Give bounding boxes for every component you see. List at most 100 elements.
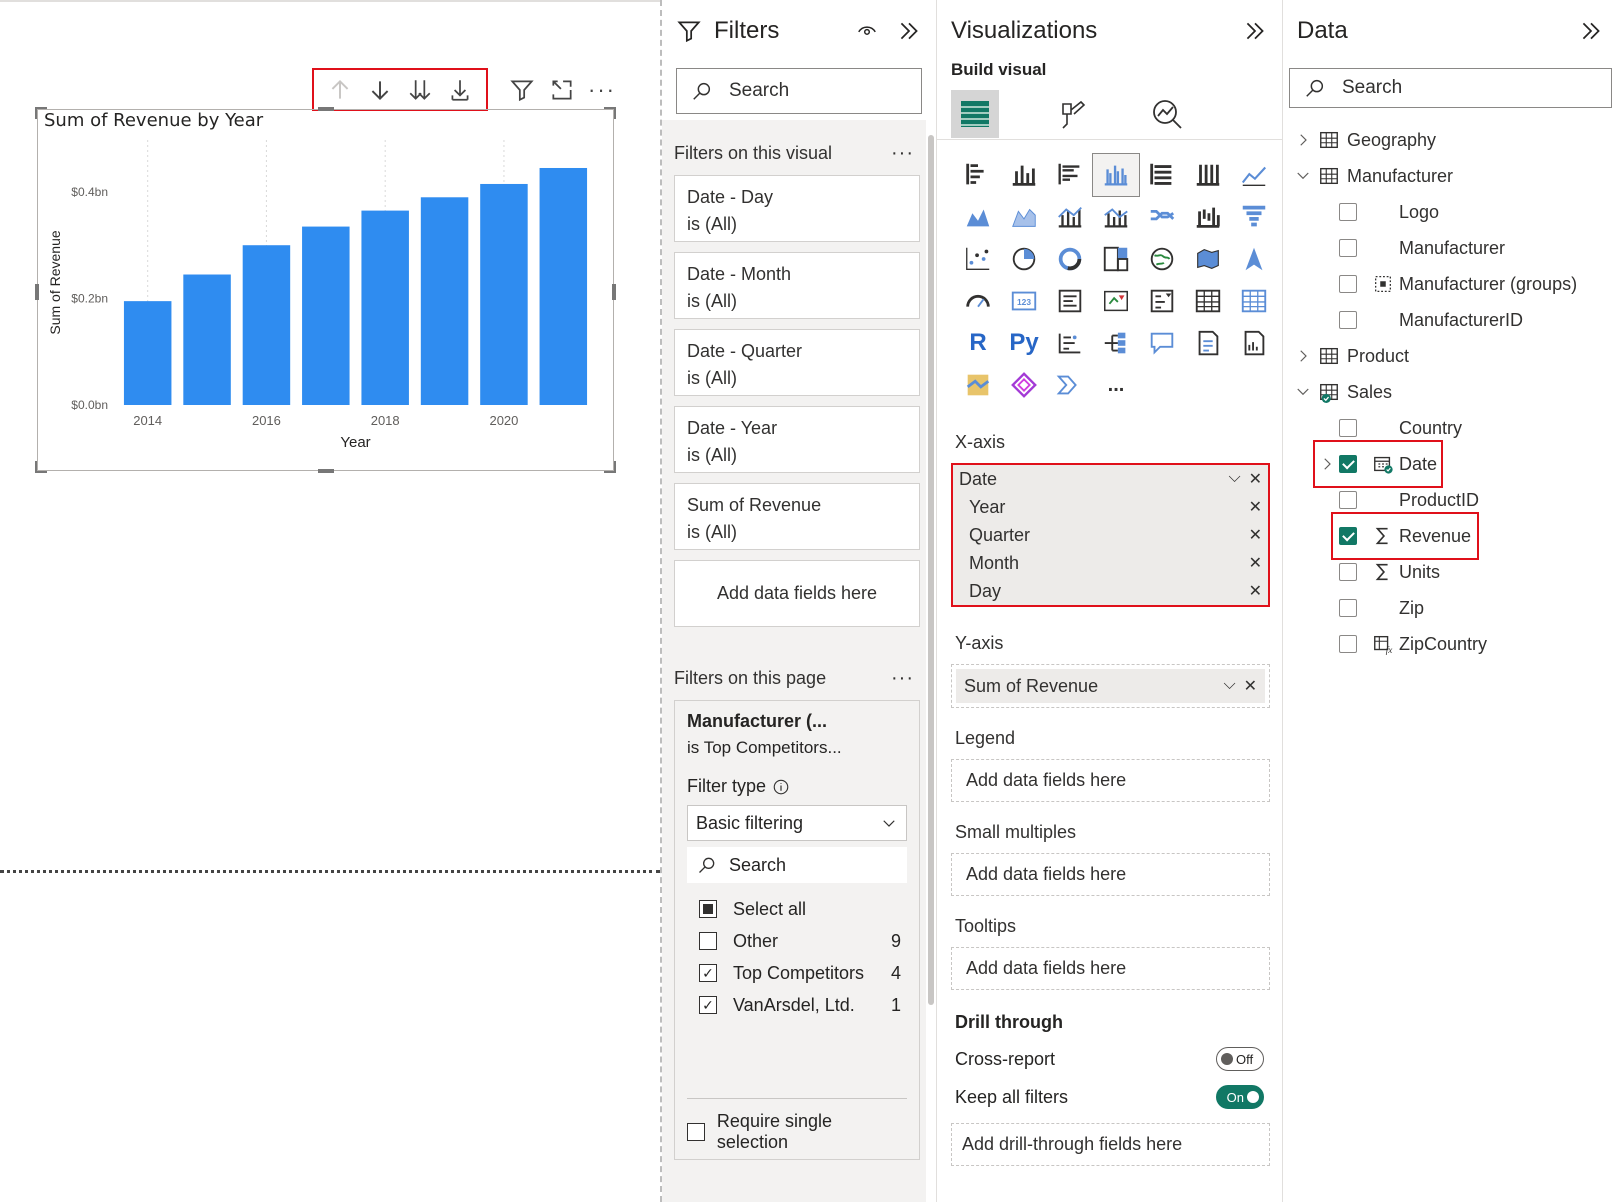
analytics-tab[interactable] [1143,90,1191,138]
add-visual-filter-well[interactable]: Add data fields here [674,560,920,627]
field-manufacturer-groups-[interactable]: Manufacturer (groups) [1283,266,1618,302]
remove-field-icon[interactable]: ✕ [1249,469,1262,489]
filter-icon[interactable] [502,71,542,109]
stacked-area-chart-icon[interactable] [1001,196,1047,238]
stacked-bar-chart-icon[interactable] [955,154,1001,196]
card-icon[interactable]: 123 [1001,280,1047,322]
cross-report-toggle[interactable]: Off [1216,1047,1264,1071]
checkbox-unchecked[interactable] [1339,563,1357,581]
more-options-icon[interactable]: ··· [891,142,914,165]
kpi-icon[interactable] [1093,280,1139,322]
python-visual-icon[interactable]: Py [1001,322,1047,364]
drill-up-icon[interactable] [320,71,360,109]
checkbox-unchecked[interactable] [1339,599,1357,617]
filter-type-dropdown[interactable]: Basic filtering [687,805,907,841]
more-options-icon[interactable]: ··· [891,667,914,690]
r-visual-icon[interactable]: R [955,322,1001,364]
checkbox-checked[interactable]: ✓ [699,996,717,1014]
collapse-data-icon[interactable] [1578,18,1604,44]
option-select-all[interactable]: Select all [687,893,907,925]
table-geography[interactable]: Geography [1283,122,1618,158]
table-product[interactable]: Product [1283,338,1618,374]
checkbox-partial[interactable] [699,900,717,918]
data-search-input[interactable]: Search [1289,68,1612,108]
table-sales[interactable]: Sales [1283,374,1618,410]
eye-icon[interactable] [856,18,878,44]
waterfall-chart-icon[interactable] [1185,196,1231,238]
checkbox-unchecked[interactable] [1339,419,1357,437]
filter-card-date-month[interactable]: Date - Month is (All) [674,252,920,319]
x-axis-field-date[interactable]: Date ⌵ ✕ [953,465,1268,493]
table-icon[interactable] [1185,280,1231,322]
remove-field-icon[interactable]: ✕ [1249,553,1262,573]
slicer-icon[interactable] [1139,280,1185,322]
column-chart-visual[interactable]: Sum of Revenue by Year $0.0bn $0.2bn $0.4b… [35,107,616,473]
checkbox-unchecked[interactable] [1339,635,1357,653]
more-visuals-icon[interactable]: ... [1093,364,1139,406]
filled-map-icon[interactable] [1185,238,1231,280]
pie-chart-icon[interactable] [1001,238,1047,280]
x-axis-well[interactable]: Date ⌵ ✕ Year ✕ Quarter ✕ Month ✕ Day ✕ [951,463,1270,607]
drill-down-icon[interactable] [360,71,400,109]
area-chart-icon[interactable] [955,196,1001,238]
ribbon-chart-icon[interactable] [1139,196,1185,238]
y-axis-well[interactable]: Sum of Revenue ⌵ ✕ [951,664,1270,708]
key-influencers-icon[interactable] [1047,322,1093,364]
line-chart-icon[interactable] [1231,154,1277,196]
x-axis-field-day[interactable]: Day ✕ [953,577,1268,605]
filter-card-sum-of-revenue[interactable]: Sum of Revenue is (All) [674,483,920,550]
require-single-checkbox[interactable] [687,1123,705,1141]
remove-field-icon[interactable]: ✕ [1244,676,1257,696]
checkbox-unchecked[interactable] [1339,311,1357,329]
filter-card-date-quarter[interactable]: Date - Quarter is (All) [674,329,920,396]
go-to-next-level-icon[interactable] [400,71,440,109]
checkbox-unchecked[interactable] [699,932,717,950]
line-stacked-column-icon[interactable] [1093,196,1139,238]
legend-well[interactable]: Add data fields here [951,759,1270,802]
filter-card-date-year[interactable]: Date - Year is (All) [674,406,920,473]
collapse-filters-icon[interactable] [896,18,922,44]
clustered-column-chart-icon[interactable] [1092,153,1140,197]
clustered-bar-chart-icon[interactable] [1047,154,1093,196]
power-apps-icon[interactable] [1001,364,1047,406]
field-zip[interactable]: Zip [1283,590,1618,626]
small-multiples-well[interactable]: Add data fields here [951,853,1270,896]
decomposition-tree-icon[interactable] [1093,322,1139,364]
funnel-chart-icon[interactable] [1231,196,1277,238]
table-manufacturer[interactable]: Manufacturer [1283,158,1618,194]
field-manufacturer[interactable]: Manufacturer [1283,230,1618,266]
paginated-report-icon[interactable] [1231,322,1277,364]
line-clustered-column-icon[interactable] [1047,196,1093,238]
stacked-column-chart-icon[interactable] [1001,154,1047,196]
tooltips-well[interactable]: Add data fields here [951,947,1270,990]
remove-field-icon[interactable]: ✕ [1249,497,1262,517]
page-filter-card-manufacturer[interactable]: Manufacturer (... is Top Competitors... … [674,700,920,1160]
chevron-down-icon[interactable] [1291,383,1315,401]
remove-field-icon[interactable]: ✕ [1249,581,1262,601]
option-vanarsdel[interactable]: ✓ VanArsdel, Ltd. 1 [687,989,907,1021]
checkbox-unchecked[interactable] [1339,491,1357,509]
filters-scrollbar[interactable] [928,135,934,1005]
x-axis-field-month[interactable]: Month ✕ [953,549,1268,577]
gauge-icon[interactable] [955,280,1001,322]
remove-field-icon[interactable]: ✕ [1249,525,1262,545]
azure-maps-visual-icon[interactable] [955,364,1001,406]
expand-all-down-icon[interactable] [440,71,480,109]
keep-all-filters-toggle[interactable]: On [1216,1085,1264,1109]
chevron-right-icon[interactable] [1291,347,1315,365]
more-options-icon[interactable]: ··· [582,71,622,109]
focus-mode-icon[interactable] [542,71,582,109]
y-axis-field-sum-of-revenue[interactable]: Sum of Revenue ⌵ ✕ [956,669,1265,703]
checkbox-unchecked[interactable] [1339,203,1357,221]
chevron-down-icon[interactable]: ⌵ [1223,676,1235,696]
x-axis-field-year[interactable]: Year ✕ [953,493,1268,521]
treemap-icon[interactable] [1093,238,1139,280]
qa-visual-icon[interactable] [1139,322,1185,364]
chevron-right-icon[interactable] [1291,131,1315,149]
checkbox-checked[interactable]: ✓ [699,964,717,982]
100-stacked-column-icon[interactable] [1185,154,1231,196]
checkbox-unchecked[interactable] [1339,275,1357,293]
drill-through-well[interactable]: Add drill-through fields here [951,1123,1270,1166]
power-automate-icon[interactable] [1047,364,1093,406]
chevron-down-icon[interactable]: ⌵ [1228,469,1240,489]
